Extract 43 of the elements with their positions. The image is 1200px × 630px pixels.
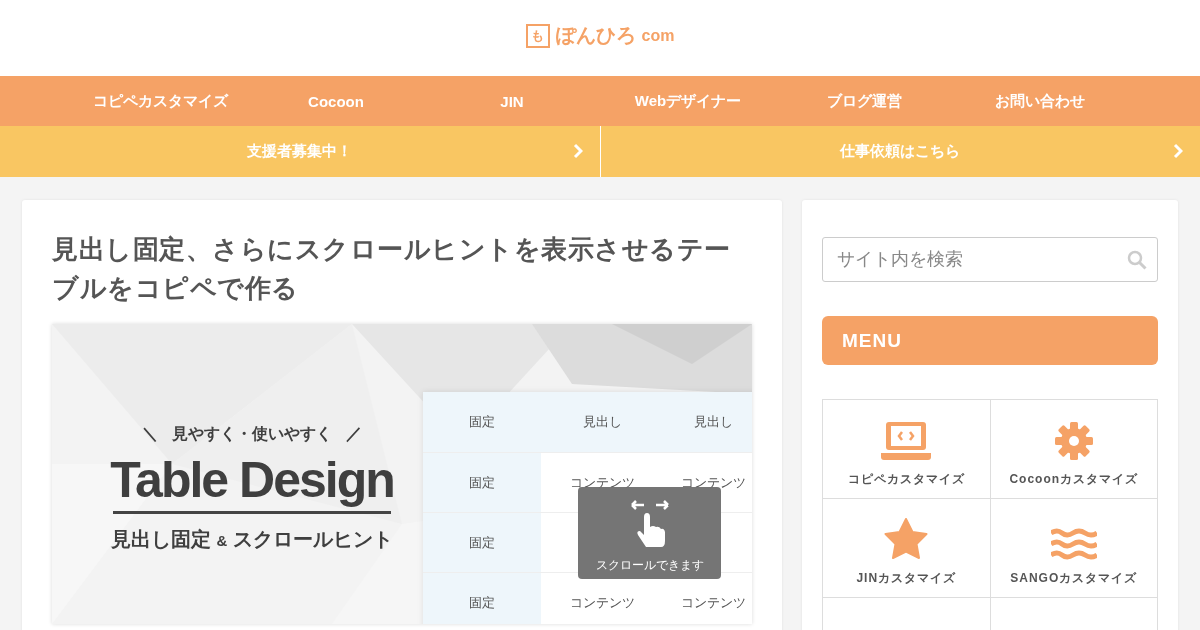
promo-subtitle: スクロールヒント <box>233 527 394 552</box>
star-icon <box>884 518 929 560</box>
chevron-right-icon <box>1173 143 1183 159</box>
ampersand: & <box>216 532 228 549</box>
menu-tile[interactable]: JINカスタマイズ <box>823 499 991 598</box>
laptop-code-icon <box>881 421 932 461</box>
nav-link[interactable]: Webデザイナー <box>600 76 776 126</box>
chevron-right-icon <box>572 143 583 159</box>
slash-mark: ＼ <box>142 424 158 444</box>
promo-heading: Table Design <box>110 451 394 509</box>
table-cell: 固定 <box>423 453 541 512</box>
menu-tile[interactable]: Cocoonカスタマイズ <box>990 400 1158 499</box>
nav-link[interactable]: お問い合わせ <box>952 76 1128 126</box>
site-logo-suffix[interactable]: com <box>641 26 675 45</box>
table-cell-text: コンテンツ <box>568 593 636 612</box>
nav-link[interactable]: JIN <box>424 76 600 126</box>
nav-link[interactable]: ブログ運営 <box>776 76 952 126</box>
nav-link[interactable]: Cocoon <box>248 76 424 126</box>
menu-tile[interactable]: コピペカスタマイズ <box>823 400 991 499</box>
waves-icon <box>1050 528 1097 560</box>
gear-icon <box>1053 421 1094 461</box>
menu-tile[interactable]: SANGOカスタマイズ <box>990 499 1158 598</box>
search-field[interactable]: サイト内を検索 <box>822 237 1158 282</box>
promo-subtitle: 見出し固定 <box>110 527 211 552</box>
banner-link[interactable]: 支援者募集中！ <box>0 126 600 177</box>
table-cell: 固定 <box>423 513 541 572</box>
table-cell: 固定 <box>423 573 541 624</box>
table-cell-text: コンテンツ <box>568 473 636 492</box>
nav-link[interactable]: コピペカスタマイズ <box>72 76 248 126</box>
article-title: 見出し固定、さらにスクロールヒントを表示させるテーブルをコピペで作る <box>52 233 732 305</box>
slash-mark: ／ <box>346 424 362 444</box>
logo-icon[interactable]: も <box>525 23 550 48</box>
tagline: 見やすく・使いやすく <box>172 424 332 444</box>
site-logo[interactable]: ぽんひろ <box>555 22 636 49</box>
banner-link[interactable]: 仕事依頼はこちら <box>599 126 1200 177</box>
column-header: 見出し <box>692 413 734 431</box>
menu-heading: MENU <box>822 316 1158 365</box>
column-header: 見出し <box>581 413 623 431</box>
hint-text: スクロールできます <box>595 557 704 574</box>
table-cell-text: コンテンツ <box>679 473 747 492</box>
table-cell-text: コンテンツ <box>679 593 747 612</box>
search-icon[interactable] <box>1127 249 1147 270</box>
search-input[interactable]: サイト内を検索 <box>835 248 1127 271</box>
